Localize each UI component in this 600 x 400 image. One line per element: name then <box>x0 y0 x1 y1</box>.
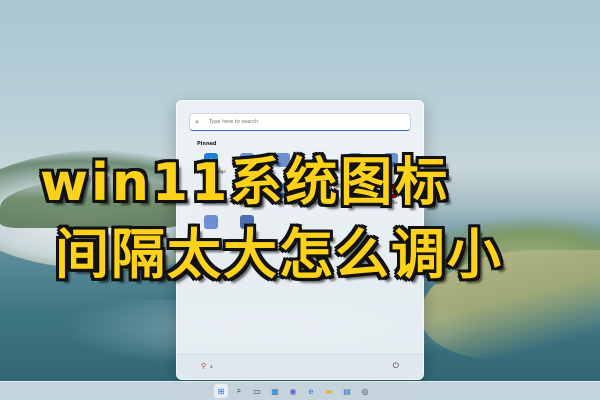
app-icon[interactable]: ◎ <box>358 384 372 398</box>
windows-start-icon[interactable]: ⊞ <box>214 384 228 398</box>
overlay-title-line-1: win11系统图标 <box>40 153 451 213</box>
search-icon: ⌕ <box>195 117 199 126</box>
user-account-button[interactable]: ⚲ a <box>201 362 213 370</box>
power-button[interactable]: ⏻ <box>393 361 399 371</box>
user-name: a <box>210 363 213 369</box>
store-icon[interactable]: ▤ <box>340 384 354 398</box>
start-menu-footer: ⚲ a ⏻ <box>177 354 423 379</box>
overlay-title-line-2: 间隔太大怎么调小 <box>55 223 503 286</box>
edge-icon[interactable]: e <box>304 384 318 398</box>
user-avatar-icon: ⚲ <box>201 362 207 370</box>
task-view-icon[interactable]: ▭ <box>250 384 264 398</box>
power-icon: ⏻ <box>392 361 399 370</box>
start-search-box[interactable]: ⌕ <box>189 113 411 131</box>
chat-icon[interactable]: ◉ <box>286 384 300 398</box>
file-explorer-icon[interactable]: ▬ <box>322 384 336 398</box>
start-search-input[interactable] <box>207 119 401 125</box>
taskbar-icons: ⊞ ⌕ ▭ ▦ ◉ e ▬ ▤ ◎ <box>214 384 372 398</box>
taskbar: ⊞ ⌕ ▭ ▦ ◉ e ▬ ▤ ◎ <box>0 381 600 400</box>
search-icon[interactable]: ⌕ <box>232 384 246 398</box>
widgets-icon[interactable]: ▦ <box>268 384 282 398</box>
